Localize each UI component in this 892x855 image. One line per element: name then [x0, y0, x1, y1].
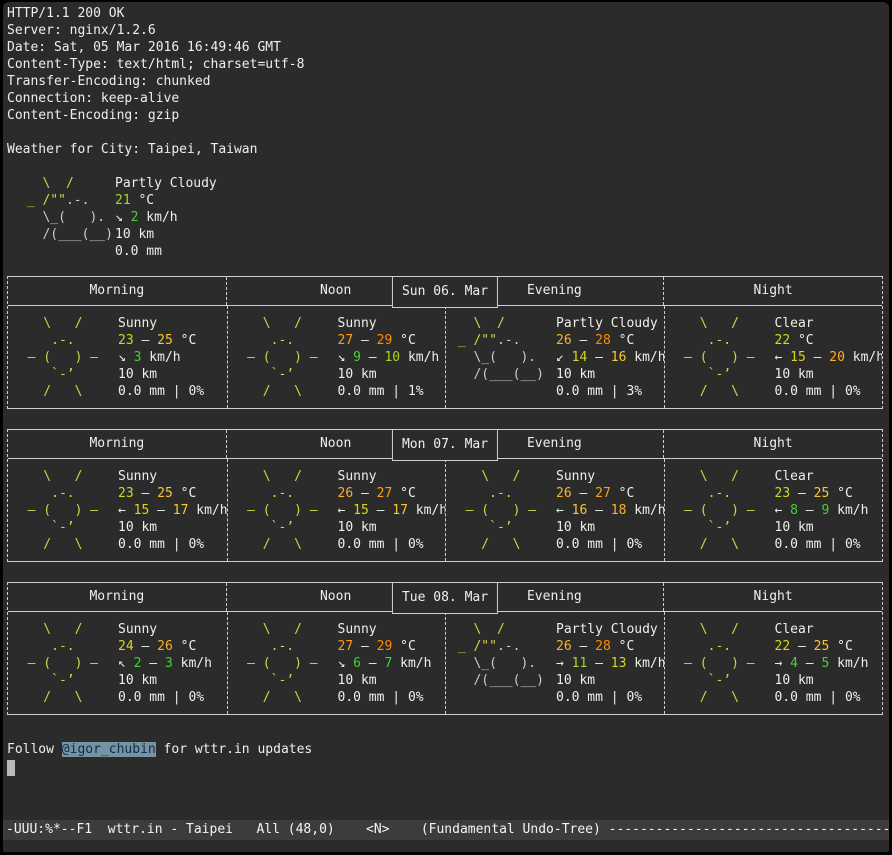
forecast-details: Partly Cloudy26 – 28 °C↙ 14 – 16 km/h10 … — [556, 315, 664, 400]
footer-line: Follow @igor_chubin for wttr.in updates — [7, 741, 889, 758]
forecast-cell: \ / _ /"".-. \_( ). /(___(__)Partly Clou… — [445, 306, 664, 408]
forecast-details: Sunny26 – 27 °C← 16 – 18 km/h10 km0.0 mm… — [556, 468, 664, 553]
column-header-night: Night — [663, 277, 882, 305]
blank-line — [7, 124, 889, 141]
forecast-details: Clear23 – 25 °C← 8 – 9 km/h10 km0.0 mm |… — [775, 468, 869, 553]
terminal-screen: HTTP/1.1 200 OKServer: nginx/1.2.6Date: … — [3, 2, 889, 852]
forecast-cell: \ / .-. – ( ) – `-’ / \Sunny27 – 29 °C↘ … — [227, 306, 446, 408]
current-conditions: \ / _ /"".-. \_( ). /(___(__) Partly Clo… — [7, 175, 889, 260]
precipitation-value: 0.0 mm — [115, 243, 217, 260]
http-headers: HTTP/1.1 200 OKServer: nginx/1.2.6Date: … — [7, 5, 889, 124]
cursor-block — [7, 760, 15, 776]
forecast-details: Sunny26 – 27 °C← 15 – 17 km/h10 km0.0 mm… — [338, 468, 446, 553]
column-header-morning: Morning — [8, 583, 226, 611]
forecast-details: Sunny24 – 26 °C↖ 2 – 3 km/h10 km0.0 mm |… — [118, 621, 212, 706]
weather-icon: \ / .-. – ( ) – `-’ / \ — [669, 468, 775, 553]
visibility-value: 10 km — [115, 226, 217, 243]
footer-text-post: for wttr.in updates — [156, 742, 313, 757]
forecast-details: Partly Cloudy26 – 28 °C→ 11 – 13 km/h10 … — [556, 621, 664, 706]
current-details: Partly Cloudy21 °C↘ 2 km/h10 km0.0 mm — [115, 175, 217, 260]
forecast-cell: \ / .-. – ( ) – `-’ / \Sunny23 – 25 °C↘ … — [8, 306, 227, 408]
wind-value: ↘ 2 km/h — [115, 209, 217, 226]
forecast-details: Clear22 – 25 °C→ 4 – 5 km/h10 km0.0 mm |… — [775, 621, 869, 706]
footer-text-pre: Follow — [7, 742, 62, 757]
forecast-date-box: Tue 08. Mar — [392, 582, 498, 614]
weather-icon: \ / .-. – ( ) – `-’ / \ — [12, 468, 118, 553]
weather-icon: \ / .-. – ( ) – `-’ / \ — [232, 621, 338, 706]
forecast-cell: \ / _ /"".-. \_( ). /(___(__)Partly Clou… — [445, 612, 664, 714]
forecast-cell: \ / .-. – ( ) – `-’ / \Sunny24 – 26 °C↖ … — [8, 612, 227, 714]
forecast-cell: \ / .-. – ( ) – `-’ / \Clear22 °C← 15 – … — [664, 306, 883, 408]
location-line: Weather for City: Taipei, Taiwan — [7, 141, 889, 158]
weather-icon: \ / .-. – ( ) – `-’ / \ — [232, 468, 338, 553]
forecast-days-container: Sun 06. Mar Morning Noon Evening Night \… — [7, 276, 889, 715]
forecast-day: Tue 08. Mar Morning Noon Evening Night \… — [7, 582, 883, 715]
weather-icon: \ / _ /"".-. \_( ). /(___(__) — [450, 621, 556, 706]
forecast-date-box: Mon 07. Mar — [392, 429, 498, 461]
forecast-details: Sunny27 – 29 °C↘ 9 – 10 km/h10 km0.0 mm … — [338, 315, 440, 400]
temperature-value: 21 °C — [115, 192, 217, 209]
forecast-cell: \ / .-. – ( ) – `-’ / \Clear23 – 25 °C← … — [664, 459, 883, 561]
forecast-cell: \ / .-. – ( ) – `-’ / \Sunny26 – 27 °C← … — [227, 459, 446, 561]
forecast-details: Sunny23 – 25 °C↘ 3 km/h10 km0.0 mm | 0% — [118, 315, 204, 400]
blank-line — [7, 158, 889, 175]
twitter-handle[interactable]: @igor_chubin — [62, 742, 156, 757]
column-header-night: Night — [663, 583, 882, 611]
forecast-cell: \ / .-. – ( ) – `-’ / \Sunny27 – 29 °C↘ … — [227, 612, 446, 714]
table-body-row: \ / .-. – ( ) – `-’ / \Sunny24 – 26 °C↖ … — [8, 612, 882, 714]
forecast-date-box: Sun 06. Mar — [392, 276, 498, 308]
emacs-modeline[interactable]: -UUU:%*--F1 wttr.in - Taipei All (48,0) … — [3, 820, 889, 840]
forecast-date: Mon 07. Mar — [402, 437, 488, 452]
forecast-cell: \ / .-. – ( ) – `-’ / \Sunny23 – 25 °C← … — [8, 459, 227, 561]
forecast-details: Sunny23 – 25 °C← 15 – 17 km/h10 km0.0 mm… — [118, 468, 227, 553]
forecast-details: Sunny27 – 29 °C↘ 6 – 7 km/h10 km0.0 mm |… — [338, 621, 432, 706]
table-body-row: \ / .-. – ( ) – `-’ / \Sunny23 – 25 °C← … — [8, 459, 882, 561]
weather-icon: \ / .-. – ( ) – `-’ / \ — [669, 315, 775, 400]
forecast-date: Sun 06. Mar — [402, 284, 488, 299]
column-header-morning: Morning — [8, 277, 226, 305]
column-header-night: Night — [663, 430, 882, 458]
table-body-row: \ / .-. – ( ) – `-’ / \Sunny23 – 25 °C↘ … — [8, 306, 882, 408]
weather-icon: \ / .-. – ( ) – `-’ / \ — [12, 315, 118, 400]
forecast-cell: \ / .-. – ( ) – `-’ / \Sunny26 – 27 °C← … — [445, 459, 664, 561]
weather-icon: \ / .-. – ( ) – `-’ / \ — [12, 621, 118, 706]
weather-icon: \ / _ /"".-. \_( ). /(___(__) — [19, 175, 115, 260]
forecast-cell: \ / .-. – ( ) – `-’ / \Clear22 – 25 °C→ … — [664, 612, 883, 714]
weather-icon: \ / .-. – ( ) – `-’ / \ — [669, 621, 775, 706]
weather-icon: \ / .-. – ( ) – `-’ / \ — [450, 468, 556, 553]
forecast-day: Mon 07. Mar Morning Noon Evening Night \… — [7, 429, 883, 562]
weather-icon: \ / .-. – ( ) – `-’ / \ — [232, 315, 338, 400]
condition-label: Partly Cloudy — [115, 175, 217, 192]
weather-icon: \ / _ /"".-. \_( ). /(___(__) — [450, 315, 556, 400]
forecast-day: Sun 06. Mar Morning Noon Evening Night \… — [7, 276, 883, 409]
forecast-date: Tue 08. Mar — [402, 590, 488, 605]
forecast-details: Clear22 °C← 15 – 20 km/h10 km0.0 mm | 0% — [775, 315, 883, 400]
column-header-morning: Morning — [8, 430, 226, 458]
